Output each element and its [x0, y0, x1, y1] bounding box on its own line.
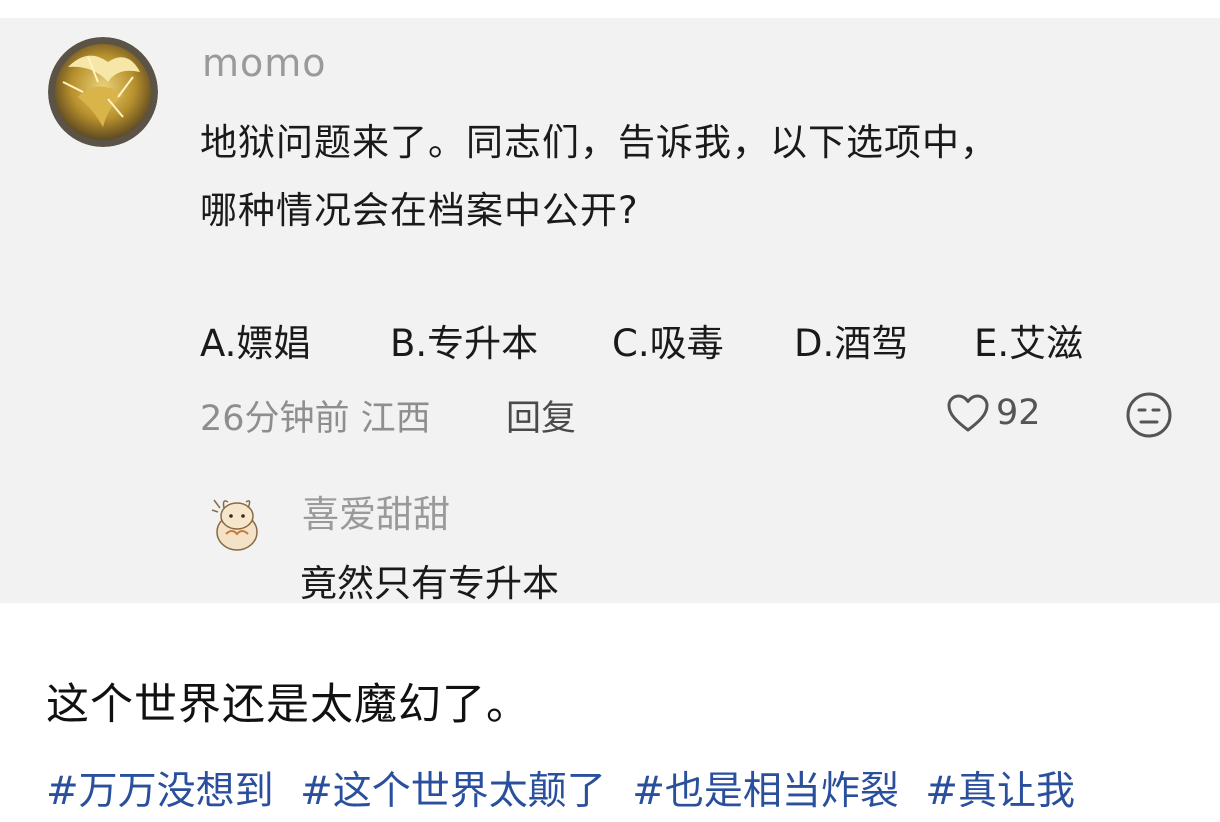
hashtag-link[interactable]: #这个世界太颠了 [300, 769, 606, 814]
option-d: D.酒驾 [794, 322, 909, 365]
hashtag-link[interactable]: #真让我 [925, 769, 1075, 814]
golden-lion-avatar-icon [48, 37, 158, 147]
option-a: A.嫖娼 [200, 322, 311, 365]
option-b: B.专升本 [390, 322, 539, 365]
commenter-username[interactable]: momo [202, 41, 327, 85]
comment-timestamp-location: 26分钟前 江西 [200, 399, 431, 439]
like-count: 92 [996, 393, 1041, 433]
replier-avatar[interactable] [204, 488, 270, 554]
option-e: E.艾滋 [974, 322, 1084, 365]
comment-screenshot-image: momo 地狱问题来了。同志们，告诉我，以下选项中， 哪种情况会在档案中公开? … [0, 18, 1220, 603]
hamster-avatar-icon [211, 499, 258, 551]
post-page: momo 地狱问题来了。同志们，告诉我，以下选项中， 哪种情况会在档案中公开? … [0, 0, 1220, 822]
neutral-face-icon [1126, 392, 1172, 438]
hashtag-link[interactable]: #万万没想到 [46, 769, 274, 814]
commenter-avatar[interactable] [48, 37, 158, 147]
heart-outline-icon [947, 394, 989, 432]
replier-username[interactable]: 喜爱甜甜 [302, 484, 450, 538]
like-button[interactable]: 92 [946, 388, 1041, 438]
hashtag-link[interactable]: #也是相当炸裂 [632, 769, 899, 814]
comment-text-line-2: 哪种情况会在档案中公开? [200, 189, 639, 232]
comment-text-line-1: 地狱问题来了。同志们，告诉我，以下选项中， [200, 121, 998, 164]
hashtag-list: #万万没想到 #这个世界太颠了 #也是相当炸裂 #真让我 [46, 760, 1089, 816]
emoji-reaction-button[interactable] [1124, 390, 1174, 440]
post-caption: 这个世界还是太魔幻了。 [46, 680, 530, 730]
reply-button[interactable]: 回复 [506, 390, 576, 441]
option-c: C.吸毒 [612, 322, 724, 365]
reply-text: 竟然只有专升本 [300, 562, 559, 603]
